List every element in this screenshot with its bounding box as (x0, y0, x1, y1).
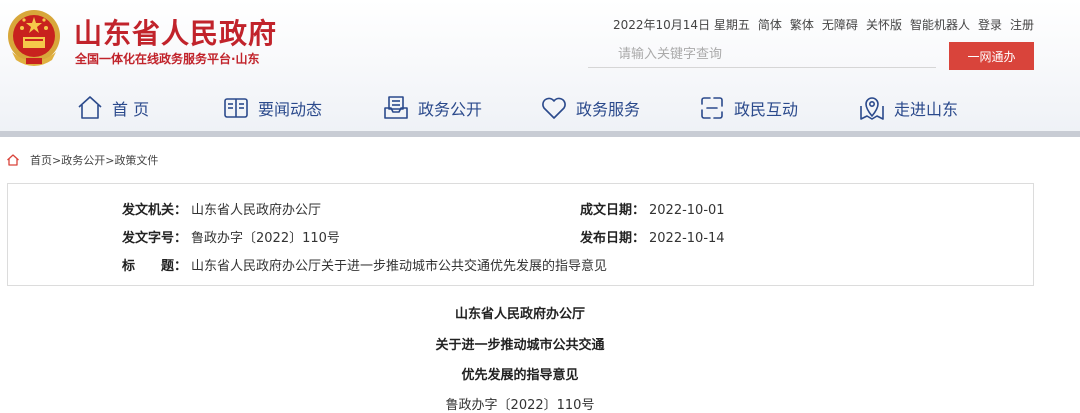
nav-label: 政务公开 (418, 100, 483, 119)
published-label: 发布日期： (580, 231, 646, 246)
doc-no-value: 鲁政办字〔2022〕110号 (191, 231, 340, 246)
nav-item-home[interactable]: 首 页 (76, 86, 149, 130)
nav-label: 走进山东 (894, 100, 959, 119)
title-row: 标 题： 山东省人民政府办公厅关于进一步推动城市公共交通优先发展的指导意见 (122, 255, 607, 274)
nav-label: 首 页 (112, 100, 150, 119)
oneweb-button[interactable]: 一网通办 (949, 42, 1034, 70)
nav-item-shandong[interactable]: 走进山东 (858, 86, 958, 130)
location-icon (860, 97, 884, 120)
published-value: 2022-10-14 (649, 231, 725, 246)
home-icon (78, 96, 102, 119)
site-title[interactable]: 山东省人民政府 (74, 12, 277, 52)
news-icon (224, 98, 248, 118)
nav-label: 政民互动 (734, 100, 799, 119)
doc-no-row: 发文字号： 鲁政办字〔2022〕110号 (122, 227, 340, 246)
issuer-row: 发文机关： 山东省人民政府办公厅 (122, 199, 321, 218)
main-nav: 首 页 要闻动态 政务公开 政务服务 政民互动 走进山东 (0, 86, 1080, 130)
breadcrumb-home[interactable]: 首页 (30, 154, 52, 167)
doc-number: 鲁政办字〔2022〕110号 (445, 398, 595, 413)
header-divider (0, 131, 1080, 137)
interact-icon (701, 97, 723, 119)
doc-title-line3: 优先发展的指导意见 (461, 368, 579, 383)
site-header: 山东省人民政府 全国一体化在线政务服务平台·山东 2022年10月14日 星期五… (0, 0, 1080, 137)
title-label: 标 题： (122, 259, 188, 274)
issuer-label: 发文机关： (122, 203, 188, 218)
nav-label: 政务服务 (576, 100, 641, 119)
link-login[interactable]: 登录 (978, 16, 1002, 33)
link-care-version[interactable]: 关怀版 (866, 16, 902, 33)
link-simplified[interactable]: 简体 (758, 16, 782, 33)
breadcrumb: 首页>政务公开>政策文件 (6, 152, 158, 168)
link-register[interactable]: 注册 (1010, 16, 1034, 33)
issuer-value: 山东省人民政府办公厅 (191, 203, 322, 218)
top-links: 2022年10月14日 星期五 简体 繁体 无障碍 关怀版 智能机器人 登录 注… (613, 16, 1034, 33)
heart-icon (542, 97, 566, 119)
created-label: 成文日期： (580, 203, 646, 218)
home-icon[interactable] (6, 153, 20, 167)
created-value: 2022-10-01 (649, 203, 725, 218)
document-info-panel: 发文机关： 山东省人民政府办公厅 发文字号： 鲁政办字〔2022〕110号 标 题：… (7, 183, 1034, 286)
nav-item-news[interactable]: 要闻动态 (222, 86, 322, 130)
doc-no-label: 发文字号： (122, 231, 188, 246)
breadcrumb-gov-affairs[interactable]: 政务公开 (61, 154, 105, 167)
link-traditional[interactable]: 繁体 (790, 16, 814, 33)
nav-item-gov-service[interactable]: 政务服务 (540, 86, 640, 130)
breadcrumb-policy-docs[interactable]: 政策文件 (114, 154, 158, 167)
site-subtitle: 全国一体化在线政务服务平台·山东 (75, 52, 260, 66)
nav-label: 要闻动态 (258, 100, 323, 119)
nav-item-gov-affairs[interactable]: 政务公开 (382, 86, 482, 130)
national-emblem-icon[interactable] (6, 8, 62, 68)
link-accessibility[interactable]: 无障碍 (822, 16, 858, 33)
inbox-icon (384, 96, 408, 119)
published-row: 发布日期： 2022-10-14 (580, 227, 725, 246)
nav-item-interaction[interactable]: 政民互动 (698, 86, 798, 130)
doc-title-line2: 关于进一步推动城市公共交通 (435, 338, 605, 353)
breadcrumb-separator: > (52, 154, 62, 167)
link-robot[interactable]: 智能机器人 (910, 16, 970, 33)
current-date: 2022年10月14日 星期五 (612, 18, 750, 32)
created-row: 成文日期： 2022-10-01 (580, 199, 725, 218)
search-input[interactable] (588, 42, 936, 68)
doc-title-issuer: 山东省人民政府办公厅 (454, 307, 585, 322)
title-value: 山东省人民政府办公厅关于进一步推动城市公共交通优先发展的指导意见 (191, 259, 608, 274)
